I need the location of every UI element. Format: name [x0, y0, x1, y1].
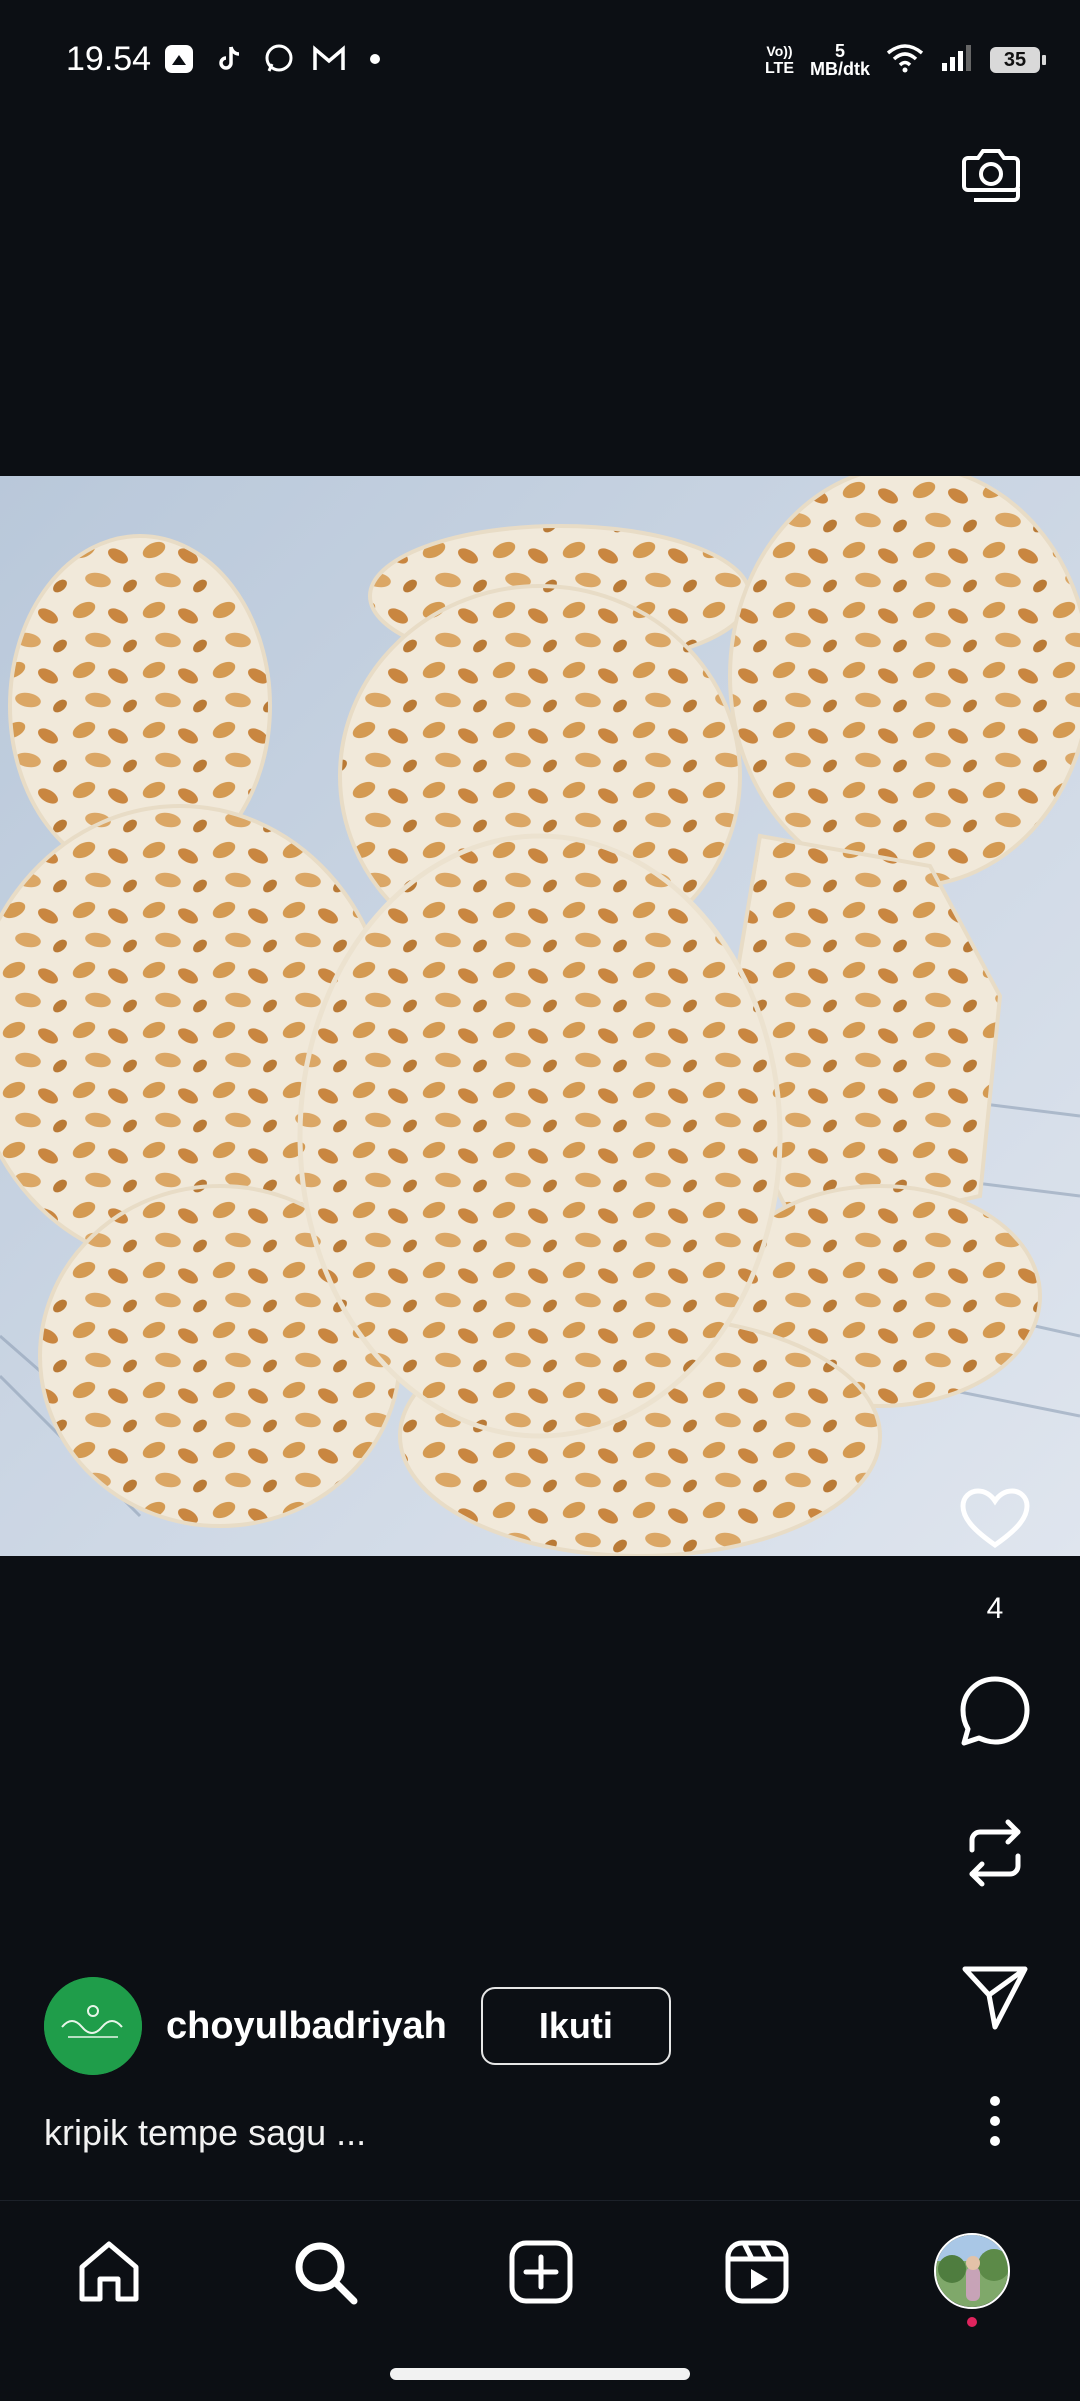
comment-icon	[960, 1676, 1030, 1746]
author-row: choyulbadriyah Ikuti	[44, 1976, 671, 2076]
comment-button[interactable]	[956, 1672, 1034, 1750]
send-icon	[962, 1966, 1028, 2030]
nav-create[interactable]	[502, 2233, 580, 2311]
network-label: Vo)) LTE	[764, 43, 794, 77]
post-caption[interactable]: kripik tempe sagu ...	[44, 2112, 366, 2154]
follow-button[interactable]: Ikuti	[480, 1987, 671, 2065]
nav-profile[interactable]	[932, 2231, 1012, 2311]
dot-icon	[358, 42, 392, 76]
data-speed: 5 MB/dtk	[810, 41, 870, 79]
nav-reels[interactable]	[718, 2233, 796, 2311]
author-avatar[interactable]	[44, 1977, 142, 2075]
tempe-chips-photo	[0, 476, 1080, 1556]
more-icon	[990, 2096, 1000, 2146]
search-icon	[295, 2242, 358, 2305]
whatsapp-icon	[262, 42, 296, 76]
nav-home[interactable]	[70, 2233, 148, 2311]
brand-logo-icon	[44, 1977, 142, 2075]
more-options-button[interactable]	[956, 2082, 1034, 2160]
reels-icon	[725, 2240, 789, 2304]
profile-avatar	[934, 2233, 1010, 2309]
repost-button[interactable]	[956, 1814, 1034, 1892]
home-indicator[interactable]	[390, 2368, 690, 2380]
notification-dot	[967, 2317, 977, 2327]
status-right: Vo)) LTE 5 MB/dtk 35	[764, 40, 1046, 80]
photo-app-icon	[162, 42, 196, 76]
camera-icon[interactable]	[958, 140, 1024, 206]
status-bar: 19.54 Vo)) LTE 5 MB/dtk 35	[0, 0, 1080, 92]
like-count: 4	[986, 1592, 1004, 1625]
repost-icon	[969, 1819, 1021, 1887]
like-button[interactable]	[956, 1480, 1034, 1558]
home-icon	[79, 2241, 139, 2302]
battery-indicator: 35	[990, 47, 1046, 73]
author-username[interactable]: choyulbadriyah	[166, 2005, 447, 2048]
share-button[interactable]	[956, 1958, 1034, 2036]
post-image[interactable]	[0, 476, 1080, 1556]
nav-search[interactable]	[286, 2233, 364, 2311]
tiktok-icon	[212, 42, 246, 76]
heart-icon	[960, 1488, 1030, 1549]
status-time: 19.54	[66, 40, 152, 78]
signal-icon	[940, 43, 974, 78]
wifi-icon	[886, 43, 924, 78]
create-icon	[509, 2240, 573, 2304]
gmail-icon	[312, 42, 346, 76]
